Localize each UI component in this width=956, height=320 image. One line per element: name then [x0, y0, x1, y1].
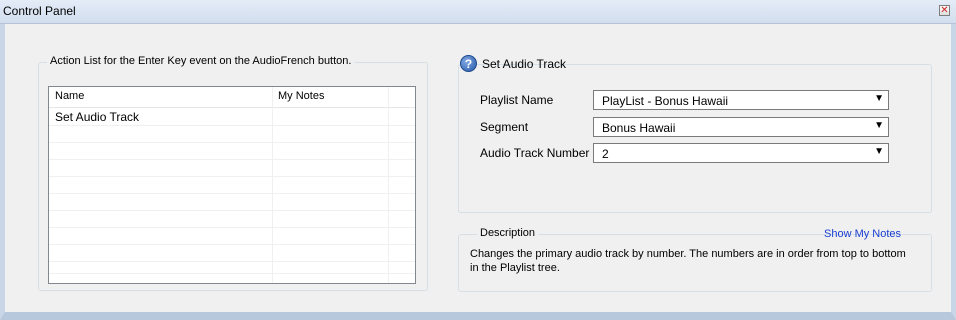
playlist-name-dropdown[interactable]: PlayList - Bonus Hawaii ▼: [593, 90, 889, 110]
segment-label: Segment: [480, 120, 529, 134]
segment-dropdown[interactable]: Bonus Hawaii ▼: [593, 117, 889, 137]
table-row[interactable]: Set Audio Track: [49, 108, 415, 125]
set-audio-track-group: [458, 64, 932, 213]
chevron-down-icon: ▼: [874, 146, 884, 157]
help-icon[interactable]: ?: [460, 55, 477, 72]
window-title: Control Panel: [3, 4, 76, 18]
close-button[interactable]: ✕: [939, 5, 950, 16]
chevron-down-icon: ▼: [874, 93, 884, 104]
audio-track-number-label: Audio Track Number: [480, 146, 590, 160]
column-header-my-notes[interactable]: My Notes: [278, 90, 324, 102]
list-header: Name My Notes: [49, 87, 415, 108]
close-icon: ✕: [940, 5, 949, 16]
audio-track-number-dropdown[interactable]: 2 ▼: [593, 143, 889, 163]
chevron-down-icon: ▼: [874, 120, 884, 131]
set-audio-track-title: Set Audio Track: [482, 57, 567, 71]
row-divider: [49, 210, 415, 211]
row-divider: [49, 261, 415, 262]
row-divider: [49, 125, 415, 126]
description-legend: Description: [477, 227, 539, 239]
playlist-name-label: Playlist Name: [480, 93, 554, 107]
title-bar: Control Panel ✕: [0, 0, 956, 24]
column-header-name[interactable]: Name: [55, 90, 84, 102]
row-divider: [49, 227, 415, 228]
row-divider: [49, 244, 415, 245]
row-divider: [49, 193, 415, 194]
row-divider: [49, 176, 415, 177]
playlist-name-value: PlayList - Bonus Hawaii: [602, 94, 729, 108]
action-list[interactable]: Name My Notes Set Audio Track: [48, 86, 416, 284]
show-my-notes-link[interactable]: Show My Notes: [824, 228, 901, 240]
action-list-legend: Action List for the Enter Key event on t…: [47, 55, 355, 67]
audio-track-number-value: 2: [602, 147, 609, 161]
segment-value: Bonus Hawaii: [602, 121, 676, 135]
row-divider: [49, 142, 415, 143]
description-text: Changes the primary audio track by numbe…: [470, 248, 906, 274]
row-divider: [49, 159, 415, 160]
row-name: Set Audio Track: [55, 110, 140, 124]
row-divider: [49, 273, 415, 274]
